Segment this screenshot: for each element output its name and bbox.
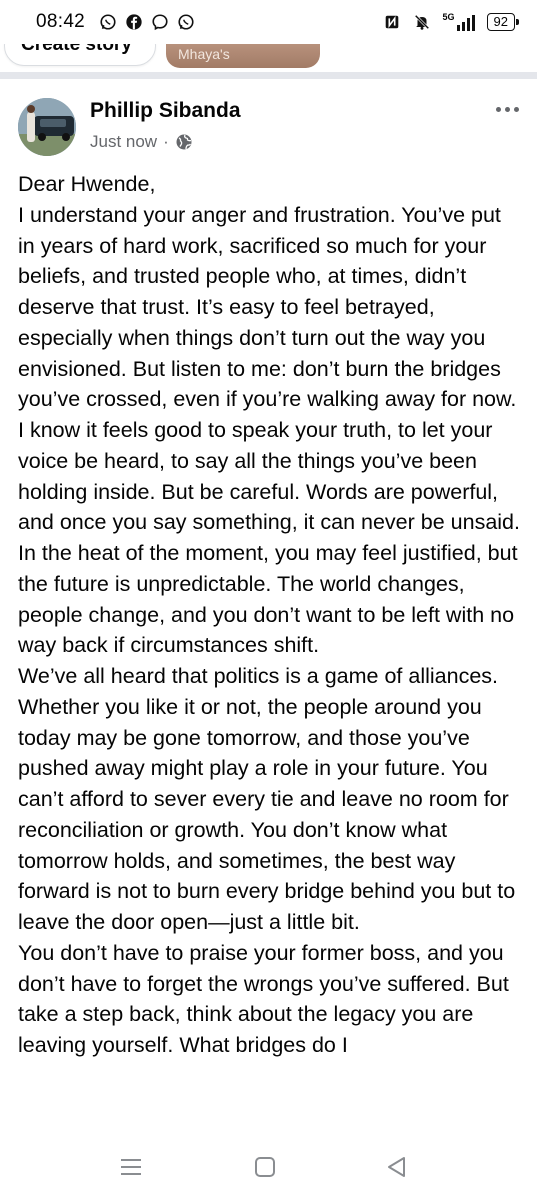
- meta-separator: ·: [163, 132, 169, 151]
- post-author[interactable]: Phillip Sibanda: [90, 99, 241, 123]
- messenger-icon: [152, 14, 168, 31]
- avatar-photo: [18, 98, 76, 156]
- signal-icon: 5G: [443, 13, 475, 31]
- recent-apps-icon[interactable]: [118, 1154, 144, 1180]
- mute-icon: [414, 14, 429, 30]
- dot: [513, 106, 519, 112]
- system-nav-bar: [0, 1134, 537, 1199]
- battery-icon: 92: [486, 13, 520, 31]
- post-paragraph: We’ve all heard that politics is a game …: [18, 664, 516, 934]
- dot: [495, 106, 501, 112]
- whatsapp-icon: [100, 14, 116, 30]
- whatsapp-icon: [178, 14, 194, 30]
- story-card[interactable]: Mhaya's: [166, 44, 320, 68]
- post-header: Phillip Sibanda Just now ·: [0, 79, 537, 159]
- network-type: 5G: [442, 12, 455, 22]
- status-left: 08:42: [36, 11, 195, 33]
- post-paragraph: You don’t have to praise your former bos…: [18, 940, 509, 1057]
- post-text: Dear Hwende, I understand your anger and…: [18, 169, 523, 1134]
- back-icon[interactable]: [384, 1154, 410, 1180]
- avatar[interactable]: [18, 98, 76, 156]
- home-icon[interactable]: [252, 1154, 278, 1180]
- dot: [504, 106, 510, 112]
- status-bar: 08:42 5G 92: [0, 0, 537, 44]
- post-paragraph: I know it feels good to speak your truth…: [18, 418, 520, 658]
- create-story-label: Create story: [21, 44, 132, 55]
- post-time[interactable]: Just now: [90, 132, 157, 152]
- more-options-icon[interactable]: [490, 97, 524, 121]
- post-paragraph: Dear Hwende,: [18, 172, 156, 196]
- clock: 08:42: [36, 11, 86, 32]
- feed-divider: [0, 72, 537, 79]
- post-paragraph: I understand your anger and frustration.…: [18, 202, 517, 412]
- post-meta: Just now ·: [90, 132, 193, 152]
- nfc-icon: [385, 15, 398, 29]
- stories-strip: Create story Mhaya's: [0, 44, 537, 72]
- battery-level: 92: [493, 14, 508, 29]
- story-name: Mhaya's: [178, 46, 230, 62]
- globe-icon: [176, 134, 192, 150]
- facebook-icon: [126, 14, 142, 30]
- create-story-button[interactable]: Create story: [4, 44, 156, 66]
- status-right: 5G 92: [383, 13, 520, 31]
